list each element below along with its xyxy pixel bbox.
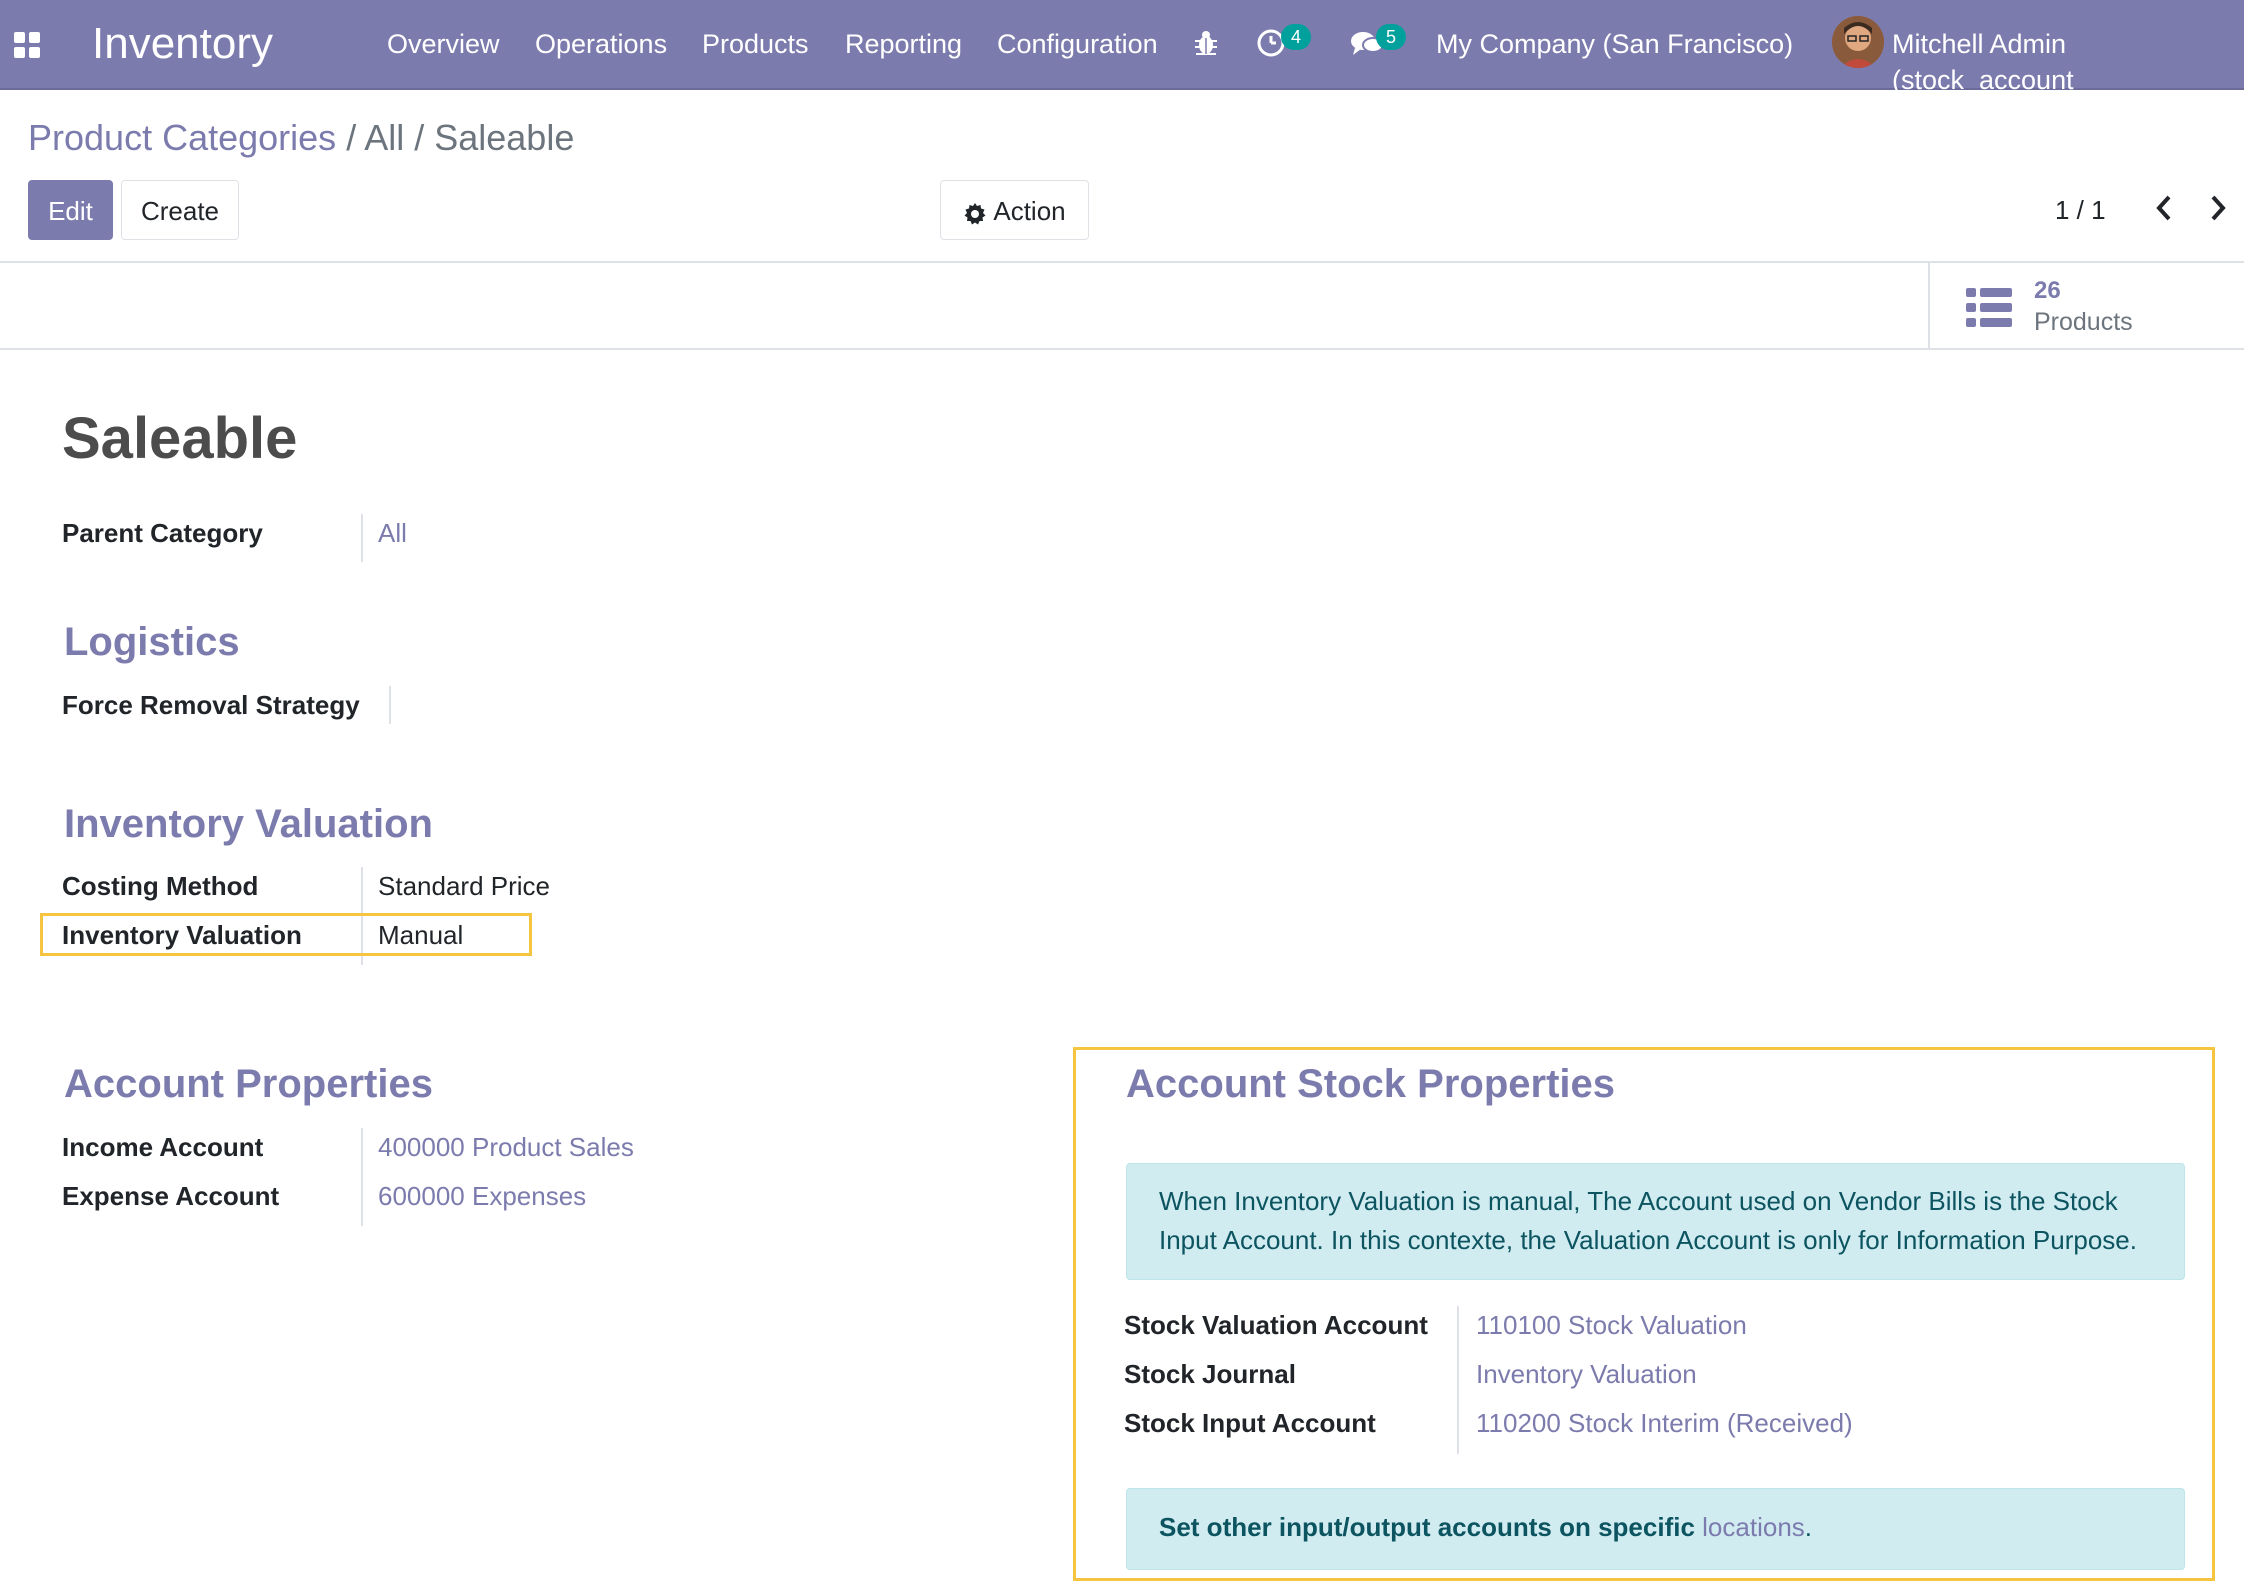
chevron-left-icon <box>2156 195 2171 221</box>
field-separator <box>361 1128 363 1226</box>
products-smart-button[interactable]: 26 Products <box>1928 262 2244 348</box>
account-properties-heading: Account Properties <box>64 1062 433 1106</box>
account-stock-properties-heading: Account Stock Properties <box>1126 1062 1616 1106</box>
costing-method-value: Standard Price <box>378 871 550 901</box>
income-account-label: Income Account <box>62 1132 264 1162</box>
field-separator <box>1457 1306 1459 1454</box>
create-button[interactable]: Create <box>121 180 239 240</box>
breadcrumb-separator: / <box>346 117 357 158</box>
breadcrumb-root[interactable]: Product Categories <box>28 117 336 158</box>
products-count: 26 <box>2034 277 2061 304</box>
breadcrumb: Product Categories / All / Saleable <box>28 116 574 160</box>
record-title: Saleable <box>62 406 298 471</box>
expense-account-value[interactable]: 600000 Expenses <box>378 1179 586 1213</box>
parent-category-value[interactable]: All <box>378 516 407 550</box>
stock-valuation-account-label: Stock Valuation Account <box>1124 1310 1428 1340</box>
user-menu[interactable]: Mitchell Admin (stock_account <box>1892 26 2244 98</box>
gear-icon <box>963 183 987 243</box>
stock-journal-label: Stock Journal <box>1124 1359 1296 1389</box>
app-brand[interactable]: Inventory <box>92 18 273 70</box>
menu-products[interactable]: Products <box>702 26 809 62</box>
parent-category-label: Parent Category <box>62 518 263 548</box>
edit-button[interactable]: Edit <box>28 180 113 240</box>
bug-icon[interactable] <box>1193 29 1219 57</box>
activity-badge: 4 <box>1281 24 1311 50</box>
pager-previous-button[interactable] <box>2144 186 2184 230</box>
control-panel-divider <box>0 261 2244 263</box>
locations-link[interactable]: locations <box>1702 1512 1805 1542</box>
stock-input-account-label: Stock Input Account <box>1124 1408 1376 1438</box>
stock-input-account-value[interactable]: 110200 Stock Interim (Received) <box>1476 1406 1853 1440</box>
stock-journal-value[interactable]: Inventory Valuation <box>1476 1357 1697 1391</box>
action-label: Action <box>993 196 1066 226</box>
inventory-valuation-label: Inventory Valuation <box>62 920 302 950</box>
pager-next-button[interactable] <box>2198 186 2238 230</box>
stock-valuation-account-value[interactable]: 110100 Stock Valuation <box>1476 1308 1747 1342</box>
logistics-heading: Logistics <box>64 620 240 664</box>
costing-method-label: Costing Method <box>62 871 259 901</box>
pager-value[interactable]: 1 / 1 <box>2055 192 2106 228</box>
button-box-divider <box>0 348 2244 350</box>
menu-overview[interactable]: Overview <box>387 26 500 62</box>
locations-info-text: Set other input/output accounts on speci… <box>1159 1512 1695 1542</box>
expense-account-label: Expense Account <box>62 1181 280 1211</box>
removal-strategy-label: Force Removal Strategy <box>62 690 360 720</box>
chevron-right-icon <box>2211 195 2226 221</box>
menu-operations[interactable]: Operations <box>535 26 667 62</box>
company-switcher[interactable]: My Company (San Francisco) <box>1436 26 1793 62</box>
list-icon <box>1966 288 2012 328</box>
locations-info-alert: Set other input/output accounts on speci… <box>1126 1488 2185 1570</box>
locations-info-end: . <box>1804 1512 1813 1542</box>
top-navbar: Inventory Overview Operations Products R… <box>0 0 2244 95</box>
field-separator <box>389 686 391 724</box>
products-label: Products <box>2034 308 2133 336</box>
message-badge: 5 <box>1376 24 1406 50</box>
info-text-line-1: When Inventory Valuation is manual, The … <box>1159 1186 2118 1216</box>
info-text-line-2: Input Account. In this contexte, the Val… <box>1159 1225 2137 1255</box>
income-account-value[interactable]: 400000 Product Sales <box>378 1130 634 1164</box>
avatar[interactable] <box>1832 16 1884 68</box>
apps-icon[interactable] <box>14 32 40 58</box>
menu-configuration[interactable]: Configuration <box>997 26 1158 62</box>
inventory-valuation-heading: Inventory Valuation <box>64 802 433 846</box>
action-button[interactable]: Action <box>940 180 1089 240</box>
inventory-valuation-value: Manual <box>378 920 464 950</box>
breadcrumb-current: All / Saleable <box>364 117 575 158</box>
valuation-info-alert: When Inventory Valuation is manual, The … <box>1126 1163 2185 1280</box>
menu-reporting[interactable]: Reporting <box>845 26 962 62</box>
field-separator <box>361 514 363 562</box>
